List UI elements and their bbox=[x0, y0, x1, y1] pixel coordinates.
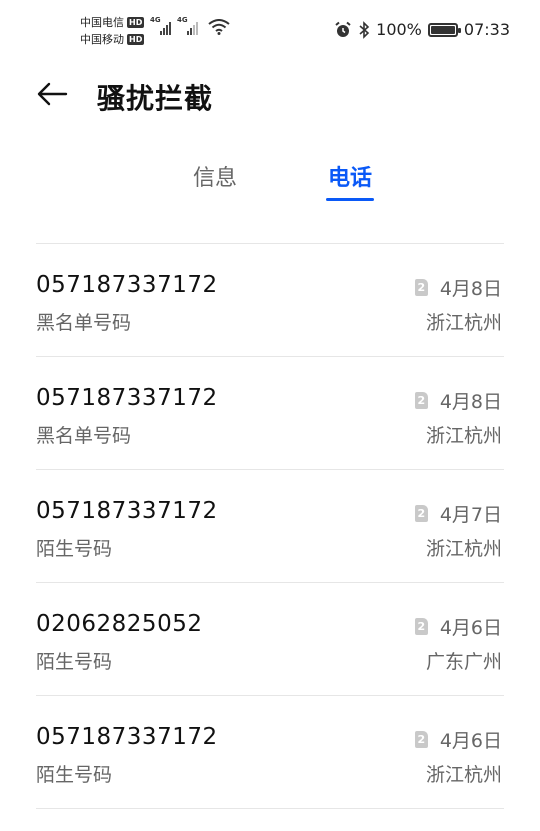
tab-active-indicator bbox=[326, 198, 374, 201]
list-divider bbox=[36, 808, 504, 809]
signal-2-icon: 4G bbox=[177, 16, 198, 35]
block-reason: 陌生号码 bbox=[36, 764, 113, 786]
sim-card-icon: 2 bbox=[414, 618, 428, 635]
signal-1-icon: 4G bbox=[150, 16, 171, 35]
block-reason: 陌生号码 bbox=[36, 538, 113, 560]
bluetooth-icon bbox=[359, 20, 370, 39]
phone-number: 02062825052 bbox=[36, 611, 203, 637]
phone-number: 057187337172 bbox=[36, 272, 218, 298]
alarm-icon bbox=[335, 21, 351, 37]
battery-percent: 100% bbox=[376, 20, 422, 39]
phone-number: 057187337172 bbox=[36, 385, 218, 411]
call-row[interactable]: 057187337172 陌生号码 2 4月7日 浙江杭州 bbox=[36, 469, 504, 582]
call-row[interactable]: 057187337172 陌生号码 2 4月6日 浙江杭州 bbox=[36, 695, 504, 808]
call-date: 4月6日 bbox=[439, 617, 502, 639]
status-bar: 中国电信 HD 中国移动 HD 4G 4G 100% 07:33 bbox=[0, 0, 540, 62]
call-row[interactable]: 02062825052 陌生号码 2 4月6日 广东广州 bbox=[36, 582, 504, 695]
call-date: 4月7日 bbox=[439, 504, 502, 526]
block-reason: 黑名单号码 bbox=[36, 312, 132, 334]
call-date: 4月6日 bbox=[439, 730, 502, 752]
tab-messages[interactable]: 信息 bbox=[175, 160, 255, 192]
phone-number: 057187337172 bbox=[36, 498, 218, 524]
hd-badge: HD bbox=[127, 34, 145, 45]
call-row[interactable]: 057187337172 黑名单号码 2 4月8日 浙江杭州 bbox=[36, 243, 504, 356]
signal-indicators: 4G 4G bbox=[150, 16, 230, 35]
sim-card-icon: 2 bbox=[414, 279, 428, 296]
status-right-group: 100% 07:33 bbox=[334, 20, 510, 39]
phone-number: 057187337172 bbox=[36, 724, 218, 750]
clock: 07:33 bbox=[463, 20, 510, 39]
sim-card-icon: 2 bbox=[414, 392, 428, 409]
carrier-info: 中国电信 HD 中国移动 HD bbox=[80, 14, 145, 48]
network-type-1: 4G bbox=[150, 16, 161, 24]
call-date: 4月8日 bbox=[439, 278, 502, 300]
call-location: 广东广州 bbox=[425, 651, 502, 673]
block-reason: 黑名单号码 bbox=[36, 425, 132, 447]
page-title: 骚扰拦截 bbox=[97, 82, 214, 115]
app-header: 骚扰拦截 bbox=[0, 62, 540, 126]
sim-card-icon: 2 bbox=[414, 731, 428, 748]
call-location: 浙江杭州 bbox=[425, 312, 502, 334]
tab-bar: 信息 电话 bbox=[0, 150, 540, 210]
back-arrow-icon bbox=[37, 82, 68, 106]
back-button[interactable] bbox=[34, 76, 70, 112]
carrier-2-name: 中国移动 bbox=[80, 33, 124, 46]
hd-badge: HD bbox=[127, 17, 145, 28]
block-reason: 陌生号码 bbox=[36, 651, 113, 673]
network-type-2: 4G bbox=[177, 16, 188, 24]
call-location: 浙江杭州 bbox=[425, 764, 502, 786]
call-date: 4月8日 bbox=[439, 391, 502, 413]
sim-card-icon: 2 bbox=[414, 505, 428, 522]
call-location: 浙江杭州 bbox=[425, 538, 502, 560]
wifi-icon bbox=[208, 19, 230, 35]
carrier-1-name: 中国电信 bbox=[80, 16, 124, 29]
battery-icon bbox=[427, 22, 461, 37]
blocked-calls-list: 057187337172 黑名单号码 2 4月8日 浙江杭州 057187337… bbox=[36, 243, 504, 809]
call-location: 浙江杭州 bbox=[425, 425, 502, 447]
tab-calls[interactable]: 电话 bbox=[310, 160, 390, 192]
call-row[interactable]: 057187337172 黑名单号码 2 4月8日 浙江杭州 bbox=[36, 356, 504, 469]
